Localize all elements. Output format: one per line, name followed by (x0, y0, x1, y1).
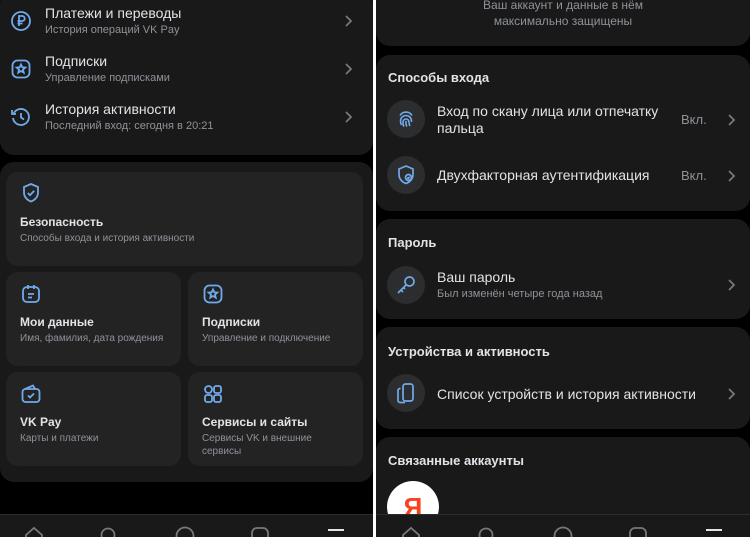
shield-icon (19, 181, 43, 205)
login-methods-card: Способы входа Вход по скану лица или отп… (376, 55, 750, 211)
chevron-right-icon (726, 387, 736, 401)
two-factor-row[interactable]: Двухфакторная аутентификация Вкл. (376, 150, 750, 200)
home-tab-icon[interactable] (23, 525, 45, 537)
tile-subscriptions[interactable]: Подписки Управление и подключение (188, 272, 363, 366)
search-tab-icon[interactable] (476, 525, 498, 537)
tile-my-data[interactable]: Мои данные Имя, фамилия, дата рождения (6, 272, 181, 366)
tile-subtitle: Способы входа и история активности (20, 233, 195, 244)
tile-subtitle-line2: сервисы (202, 446, 242, 457)
shield-icon-circle (387, 156, 425, 194)
search-tab-icon[interactable] (98, 525, 120, 537)
ruble-icon (9, 9, 33, 33)
messages-tab-icon[interactable] (552, 525, 574, 537)
tile-title: Мои данные (20, 315, 94, 329)
devices-icon (394, 381, 418, 405)
menu-item-subtitle: Последний вход: сегодня в 20:21 (45, 120, 214, 132)
menu-tab-icon[interactable] (703, 525, 725, 537)
two-factor-title: Двухфакторная аутентификация (437, 167, 650, 183)
tile-subtitle: Карты и платежи (20, 433, 99, 444)
menu-item-title: Платежи и переводы (45, 5, 182, 21)
status-on: Вкл. (681, 168, 707, 183)
tile-subtitle: Управление и подключение (202, 333, 331, 344)
section-heading: Устройства и активность (388, 344, 550, 359)
chevron-right-icon (343, 62, 353, 76)
chevron-right-icon (726, 169, 736, 183)
left-screen: Платежи и переводы История операций VK P… (0, 0, 373, 537)
key-icon (394, 273, 418, 297)
security-info-line2: максимально защищены (493, 14, 633, 28)
security-header-card: Ваш аккаунт и данные в нём максимально з… (376, 0, 750, 46)
tile-title: VK Pay (20, 415, 62, 429)
tile-subtitle: Имя, фамилия, дата рождения (20, 333, 164, 344)
menu-item-title: История активности (45, 101, 176, 117)
chevron-right-icon (726, 278, 736, 292)
tile-services-sites[interactable]: Сервисы и сайты Сервисы VK и внешние сер… (188, 372, 363, 466)
tile-title: Безопасность (20, 215, 104, 229)
menu-item-title: Подписки (45, 53, 108, 69)
password-row[interactable]: Ваш пароль Был изменён четыре года назад (376, 261, 750, 311)
menu-item-payments[interactable]: Платежи и переводы История операций VK P… (0, 0, 373, 46)
clips-tab-icon[interactable] (627, 525, 649, 537)
tile-vk-pay[interactable]: VK Pay Карты и платежи (6, 372, 181, 466)
bottom-tab-bar (0, 514, 373, 537)
security-info-line1: Ваш аккаунт и данные в нём (483, 0, 643, 12)
biometric-title-line2: пальца (437, 120, 484, 136)
fingerprint-icon (394, 107, 418, 131)
menu-item-activity-history[interactable]: История активности Последний вход: сегод… (0, 96, 373, 142)
chevron-right-icon (343, 14, 353, 28)
settings-tiles-card: Безопасность Способы входа и история акт… (0, 162, 373, 482)
status-on: Вкл. (681, 112, 707, 127)
tile-security[interactable]: Безопасность Способы входа и история акт… (6, 172, 363, 266)
bottom-tab-bar (376, 514, 750, 537)
menu-item-subscriptions[interactable]: Подписки Управление подписками (0, 48, 373, 94)
biometric-title-line1: Вход по скану лица или отпечатку (437, 103, 659, 119)
section-heading: Пароль (388, 235, 437, 250)
devices-card: Устройства и активность Список устройств… (376, 327, 750, 429)
devices-icon-circle (387, 374, 425, 412)
tile-subtitle-line1: Сервисы VK и внешние (202, 433, 312, 444)
devices-row[interactable]: Список устройств и история активности (376, 369, 750, 421)
star-icon (9, 57, 33, 81)
home-tab-icon[interactable] (400, 525, 422, 537)
tile-title: Сервисы и сайты (202, 415, 308, 429)
key-icon-circle (387, 266, 425, 304)
biometric-login-row[interactable]: Вход по скану лица или отпечатку пальца … (376, 92, 750, 146)
section-heading: Связанные аккаунты (388, 453, 524, 468)
menu-card: Платежи и переводы История операций VK P… (0, 0, 373, 155)
fingerprint-icon-circle (387, 100, 425, 138)
password-subtitle: Был изменён четыре года назад (437, 288, 603, 300)
devices-title: Список устройств и история активности (437, 386, 696, 402)
menu-item-subtitle: Управление подписками (45, 72, 170, 84)
history-icon (9, 105, 33, 129)
id-card-icon (19, 282, 43, 306)
password-title: Ваш пароль (437, 269, 516, 285)
wallet-icon (19, 382, 43, 406)
section-heading: Способы входа (388, 70, 490, 85)
tile-title: Подписки (202, 315, 261, 329)
clips-tab-icon[interactable] (249, 525, 271, 537)
messages-tab-icon[interactable] (174, 525, 196, 537)
chevron-right-icon (726, 113, 736, 127)
right-screen: Ваш аккаунт и данные в нём максимально з… (376, 0, 750, 537)
password-card: Пароль Ваш пароль Был изменён четыре год… (376, 219, 750, 319)
star-icon (201, 282, 225, 306)
shield-check-icon (394, 163, 418, 187)
apps-icon (201, 382, 225, 406)
chevron-right-icon (343, 110, 353, 124)
menu-tab-icon[interactable] (325, 525, 347, 537)
menu-item-subtitle: История операций VK Pay (45, 24, 180, 36)
